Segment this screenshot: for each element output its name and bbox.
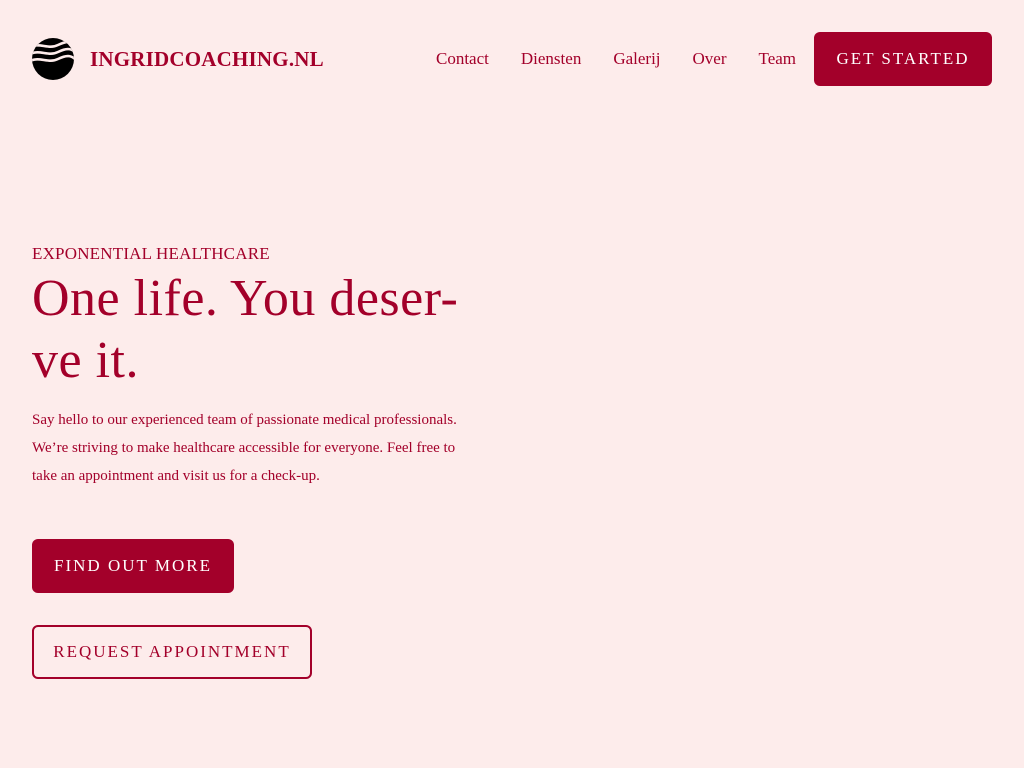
brand-logo-link[interactable]: INGRIDCOACHING.NL (32, 38, 324, 80)
nav-item-diensten[interactable]: Diensten (521, 49, 581, 69)
hero-eyebrow: EXPONENTIAL HEALTHCARE (32, 244, 270, 263)
find-out-more-button[interactable]: FIND OUT MORE (32, 539, 234, 593)
main-nav: Contact Diensten Galerij Over Team (420, 47, 828, 71)
get-started-button[interactable]: GET STARTED (814, 32, 992, 86)
nav-item-galerij[interactable]: Galerij (613, 49, 660, 69)
hero-description: Say hello to our experienced team of pas… (32, 412, 457, 484)
waves-globe-icon (32, 38, 74, 80)
request-appointment-button[interactable]: REQUEST APPOINTMENT (32, 625, 312, 679)
brand-name: INGRIDCOACHING.NL (90, 46, 324, 71)
nav-item-contact[interactable]: Contact (436, 49, 489, 69)
nav-item-team[interactable]: Team (759, 49, 797, 69)
nav-item-over[interactable]: Over (693, 49, 727, 69)
hero-title: One life. You deser-ve it. (32, 270, 459, 389)
site-header: INGRIDCOACHING.NL Contact Diensten Galer… (0, 0, 1024, 118)
